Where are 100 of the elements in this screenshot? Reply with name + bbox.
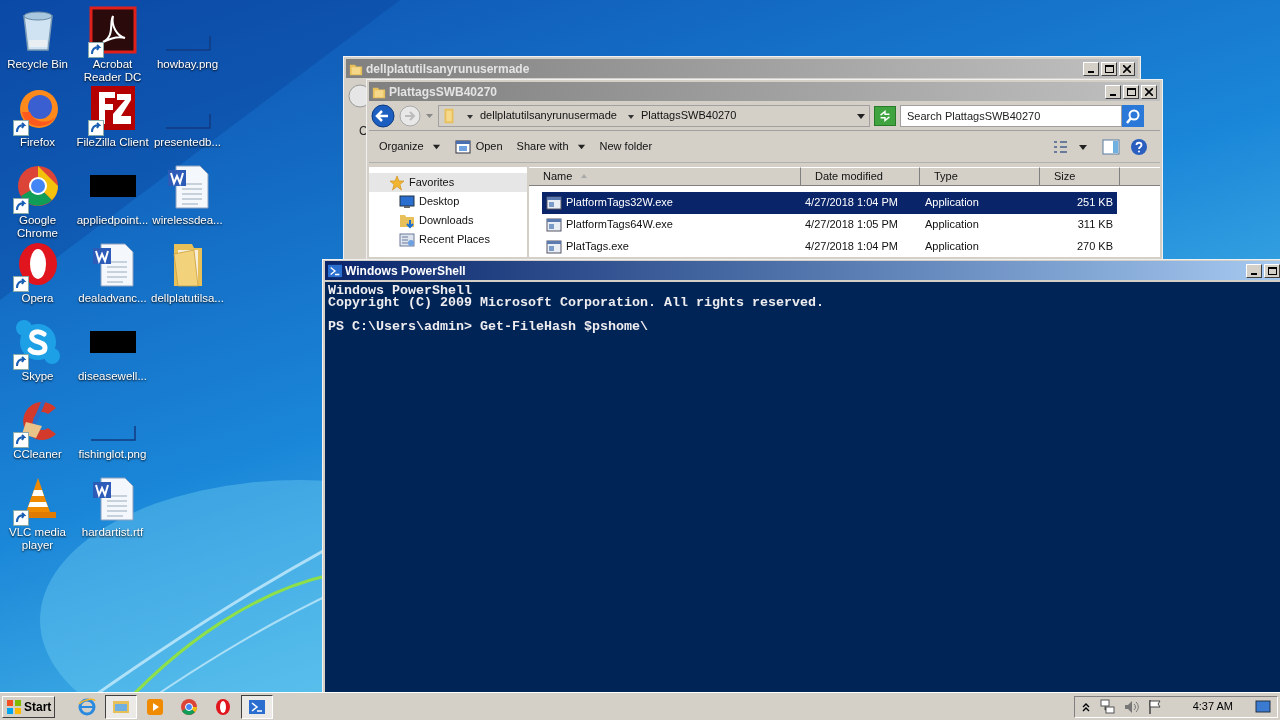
file-row[interactable]: PlatformTags32W.exe 4/27/2018 1:04 PM Application 251 KB [542, 191, 1117, 214]
nav-group-header[interactable]: Favorites [369, 173, 527, 192]
icon-label[interactable]: presentedb... [150, 136, 225, 149]
table-cell-text: 4/27/2018 1:05 PM [804, 217, 899, 233]
back-button[interactable] [371, 103, 395, 128]
monitor-icon [399, 193, 415, 210]
icon-label[interactable]: Google Chrome [0, 214, 75, 240]
maximize-icon [1267, 266, 1277, 275]
application-icon [546, 216, 562, 233]
nav-item[interactable]: Downloads [369, 211, 527, 230]
console-line: PS C:\Users\admin> Get-FileHash $pshome\ [328, 321, 649, 333]
column-header[interactable]: Size [1040, 167, 1120, 186]
globe-icon [78, 697, 97, 716]
icon-label[interactable]: dealadvanc... [75, 292, 150, 305]
icon-label[interactable]: howbay.png [150, 58, 225, 71]
list-view-icon[interactable] [1052, 138, 1068, 155]
file-name: PlatTags.exe [566, 239, 629, 255]
icon-label[interactable]: Firefox [0, 136, 75, 149]
ring-logo-icon [214, 697, 233, 716]
breadcrumb-item[interactable]: dellplatutilsanyrunusermade [480, 107, 617, 124]
icon-label[interactable]: CCleaner [0, 448, 75, 461]
taskbar-button[interactable] [241, 694, 274, 719]
file-name: PlatformTags64W.exe [566, 217, 673, 233]
cloud-logo-icon[interactable] [13, 318, 62, 366]
search-field[interactable]: Search PlattagsSWB40270 [900, 104, 1122, 127]
maximize-button[interactable] [1101, 61, 1117, 76]
refresh-icon [877, 107, 893, 124]
file-row[interactable]: PlatTags.exe 4/27/2018 1:04 PM Application 270 KB [542, 235, 1117, 258]
table-cell-text: 270 KB [1075, 239, 1113, 255]
window-title: Windows PowerShell [345, 262, 466, 280]
icon-label[interactable]: Acrobat Reader DC [75, 58, 150, 84]
breadcrumb-item[interactable]: PlattagsSWB40270 [640, 107, 737, 124]
folder-icon [442, 106, 456, 125]
close-button[interactable] [1119, 61, 1135, 76]
maximize-icon [1126, 87, 1136, 96]
minimize-button[interactable] [1246, 263, 1262, 278]
search-button[interactable] [1122, 104, 1144, 127]
window-title: dellplatutilsanyrunusermade [366, 60, 530, 78]
file-name: PlatformTags32W.exe [566, 195, 673, 211]
icon-label[interactable]: Opera [0, 292, 75, 305]
search-icon [1125, 107, 1141, 124]
show-desktop-icon[interactable] [1255, 698, 1271, 715]
minimize-button[interactable] [1083, 61, 1099, 76]
sort-arrow-icon [580, 172, 589, 181]
table-cell-text: 311 KB [1076, 217, 1113, 233]
taskbar-button[interactable] [105, 694, 138, 719]
file-row[interactable]: PlatformTags64W.exe 4/27/2018 1:05 PM Application 311 KB [542, 213, 1117, 236]
table-cell-text: 4/27/2018 1:04 PM [804, 195, 899, 211]
play-icon [146, 697, 165, 716]
refresh-button[interactable] [874, 105, 896, 126]
table-cell-text: Application [924, 239, 980, 255]
address-bar[interactable]: dellplatutilsanyrunusermade PlattagsSWB40270 [438, 104, 870, 127]
terminal-icon [248, 697, 267, 716]
nav-item[interactable]: Recent Places [369, 230, 527, 249]
icon-label[interactable]: VLC media player [0, 526, 75, 552]
minimize-icon [1251, 272, 1257, 275]
square-logo-icon[interactable] [88, 6, 137, 54]
star-icon [389, 174, 405, 191]
window-icon [454, 138, 471, 155]
start-button[interactable]: Start [2, 695, 56, 718]
network-icon[interactable] [1098, 698, 1115, 715]
flag-icon[interactable] [1146, 698, 1163, 715]
maximize-button[interactable] [1123, 84, 1139, 99]
console-line: Copyright (C) 2009 Microsoft Corporation. All rights reserved. [328, 297, 825, 309]
icon-label[interactable]: diseasewell... [75, 370, 150, 383]
ring-logo-icon [180, 697, 199, 716]
icon-label[interactable]: FileZilla Client [75, 136, 150, 149]
icon-label[interactable]: appliedpoint... [75, 214, 150, 227]
table-cell-text: Application [924, 217, 980, 233]
icon-label[interactable]: wirelessdea... [150, 214, 225, 227]
toolbar-button[interactable]: Open [454, 138, 503, 155]
minimize-button[interactable] [1105, 84, 1121, 99]
application-icon [546, 194, 562, 211]
caret-icon [431, 142, 441, 151]
clock[interactable]: 4:37 AM [1192, 698, 1233, 715]
minimize-icon [1088, 70, 1094, 73]
toolbar-button[interactable]: New folder [599, 138, 653, 155]
clock-folder-icon [399, 231, 415, 248]
table-cell-text: 251 KB [1075, 195, 1113, 211]
icon-label[interactable]: dellplatutilsa... [150, 292, 225, 305]
column-header[interactable]: Name [529, 167, 801, 186]
console-line: Windows PowerShell [328, 285, 473, 297]
nav-item[interactable]: Desktop [369, 192, 527, 211]
table-cell-text: Application [924, 195, 980, 211]
icon-label[interactable]: Recycle Bin [0, 58, 75, 71]
windows-logo-icon [6, 698, 22, 715]
toolbar-button[interactable]: Organize [379, 138, 441, 155]
application-icon [546, 238, 562, 255]
icon-label[interactable]: Skype [0, 370, 75, 383]
toolbar-button[interactable]: Share with [516, 138, 586, 155]
close-button[interactable] [1141, 84, 1157, 99]
column-header[interactable]: Type [920, 167, 1040, 186]
window-title: PlattagsSWB40270 [389, 83, 498, 101]
folder-arrow-icon [399, 212, 415, 229]
maximize-icon [1104, 64, 1114, 73]
help-icon[interactable] [1130, 137, 1148, 156]
column-header[interactable]: Date modified [801, 167, 920, 186]
icon-label[interactable]: fishinglot.png [75, 448, 150, 461]
close-icon [1145, 87, 1153, 96]
maximize-button[interactable] [1264, 263, 1280, 278]
